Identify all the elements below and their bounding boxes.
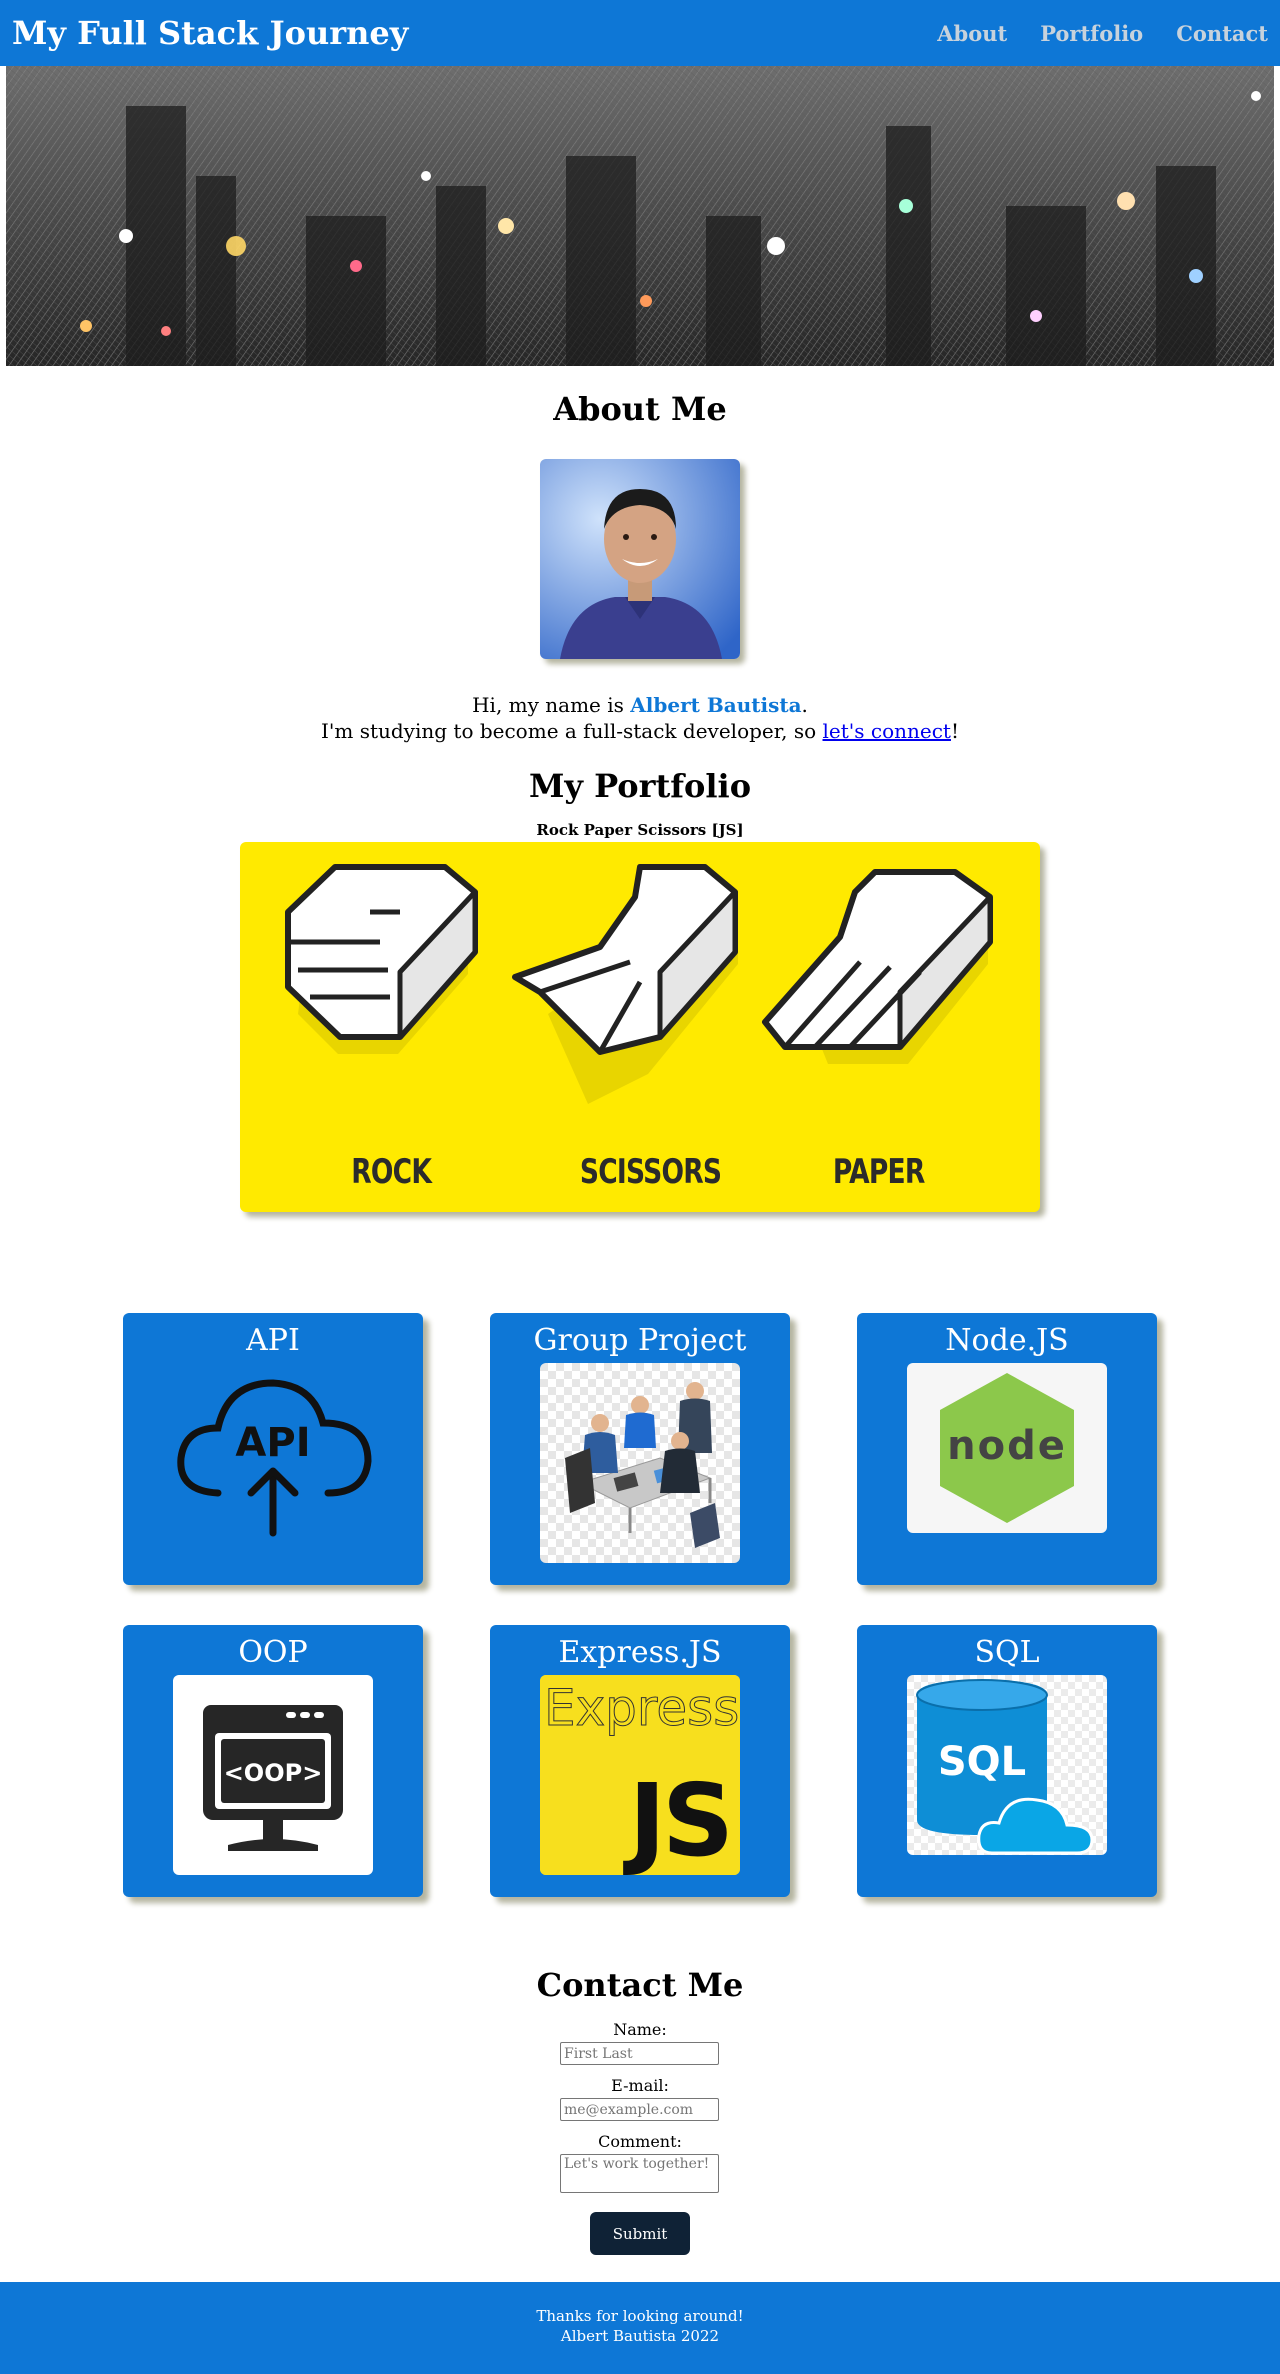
intro-text: Hi, my name is Albert Bautista. I'm stud… (0, 692, 1280, 744)
sql-database-icon: SQL (907, 1675, 1107, 1855)
footer-copyright-text: Albert Bautista 2022 (560, 2327, 720, 2345)
email-label: E-mail: (611, 2076, 669, 2095)
featured-project-caption: Rock Paper Scissors [JS] (536, 821, 744, 839)
intro-prefix: Hi, my name is (472, 693, 631, 717)
paper-hand-icon (762, 869, 993, 1064)
paper-label: PAPER (832, 1152, 925, 1192)
contact-heading: Contact Me (536, 1966, 744, 2004)
rock-paper-scissors-project-card[interactable]: ROCK SCISSORS PAPER (240, 842, 1040, 1212)
skill-card-label: SQL (974, 1635, 1040, 1670)
site-header: My Full Stack Journey About Portfolio Co… (0, 0, 1280, 66)
lets-connect-link[interactable]: let's connect (823, 719, 951, 743)
skill-card-sql[interactable]: SQL SQL (857, 1625, 1157, 1897)
footer-thanks-text: Thanks for looking around! (536, 2307, 744, 2325)
skill-card-label: Express.JS (558, 1635, 722, 1670)
nodejs-logo-icon: node (907, 1363, 1107, 1533)
skill-card-oop[interactable]: OOP <OOP> (123, 1625, 423, 1897)
express-js-text: JS (623, 1762, 730, 1875)
comment-label: Comment: (598, 2132, 682, 2151)
skill-card-expressjs[interactable]: Express.JS Express JS (490, 1625, 790, 1897)
name-label: Name: (613, 2020, 667, 2039)
intro-line2-suffix: ! (950, 719, 960, 743)
intro-line2-prefix: I'm studying to become a full-stack deve… (320, 719, 823, 743)
skill-card-api[interactable]: API API (123, 1313, 423, 1585)
nav-about-link[interactable]: About (937, 21, 1007, 46)
submit-button[interactable]: Submit (590, 2212, 690, 2255)
about-heading: About Me (553, 390, 727, 428)
owner-name: Albert Bautista (630, 693, 802, 717)
name-input[interactable] (560, 2042, 719, 2065)
expressjs-logo-icon: Express JS (540, 1675, 740, 1875)
team-meeting-illustration (540, 1363, 740, 1563)
skill-card-label: Group Project (533, 1323, 747, 1358)
scissors-label: SCISSORS (579, 1152, 722, 1192)
oop-icon-text: <OOP> (224, 1759, 323, 1787)
portfolio-heading: My Portfolio (528, 767, 752, 805)
profile-photo (540, 459, 740, 659)
skill-card-group-project[interactable]: Group Project (490, 1313, 790, 1585)
skill-card-nodejs[interactable]: Node.JS node (857, 1313, 1157, 1585)
rock-label: ROCK (351, 1152, 432, 1192)
hero-city-skyline-image (0, 66, 1280, 366)
intro-suffix: . (801, 693, 808, 717)
site-title: My Full Stack Journey (12, 14, 409, 52)
api-icon-text: API (235, 1420, 310, 1466)
nav-portfolio-link[interactable]: Portfolio (1040, 21, 1143, 46)
rock-hand-icon (285, 864, 478, 1054)
oop-monitor-icon: <OOP> (173, 1675, 373, 1875)
sql-icon-text: SQL (938, 1739, 1026, 1785)
skill-card-label: Node.JS (945, 1323, 1069, 1358)
comment-textarea[interactable] (560, 2154, 719, 2193)
email-input[interactable] (560, 2098, 719, 2121)
skill-card-label: API (246, 1323, 300, 1358)
scissors-hand-icon (512, 864, 738, 1104)
express-word-text: Express (544, 1679, 739, 1737)
main-nav: About Portfolio Contact (937, 21, 1268, 46)
node-icon-text: node (947, 1423, 1067, 1469)
site-footer: Thanks for looking around! Albert Bautis… (0, 2282, 1280, 2374)
nav-contact-link[interactable]: Contact (1176, 21, 1268, 46)
skill-card-label: OOP (238, 1635, 308, 1670)
api-cloud-icon: API (173, 1363, 373, 1563)
